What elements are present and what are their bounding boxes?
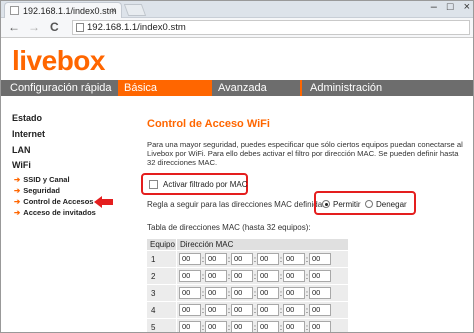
- mac-octet-input[interactable]: 00: [179, 270, 201, 282]
- mac-octet-input[interactable]: 00: [179, 321, 201, 333]
- row-number: 2: [146, 267, 177, 285]
- page-icon: [10, 6, 19, 15]
- browser-tab[interactable]: 192.168.1.1/index0.stm ×: [4, 2, 122, 18]
- mac-octet-input[interactable]: 00: [257, 253, 279, 265]
- mac-octet-input[interactable]: 00: [205, 270, 227, 282]
- mac-cell: 00:00:00:00:00:00: [176, 250, 349, 268]
- rule-label: Regla a seguir para las direcciones MAC …: [147, 200, 329, 209]
- new-tab-button[interactable]: [123, 4, 147, 16]
- mac-octet-input[interactable]: 00: [205, 304, 227, 316]
- arrow-icon: ➔: [14, 175, 21, 184]
- address-bar: ← → C 192.168.1.1/index0.stm: [0, 18, 474, 38]
- mac-octet-input[interactable]: 00: [309, 253, 331, 265]
- close-window-icon[interactable]: ×: [464, 1, 470, 13]
- mac-octet-input[interactable]: 00: [179, 287, 201, 299]
- sidebar-item-acceso-de-invitados[interactable]: ➔ Acceso de invitados: [14, 208, 96, 217]
- mac-octet-input[interactable]: 00: [283, 321, 305, 333]
- browser-tab-bar: 192.168.1.1/index0.stm × – □ ×: [0, 0, 474, 18]
- mac-filter-label: Activar filtrado por MAC: [163, 180, 248, 189]
- back-icon[interactable]: ←: [8, 20, 20, 34]
- table-row: 2 00:00:00:00:00:00: [146, 267, 349, 285]
- tab-title: 192.168.1.1/index0.stm: [23, 5, 117, 16]
- mac-filter-checkbox[interactable]: [149, 180, 158, 189]
- mac-octet-input[interactable]: 00: [309, 270, 331, 282]
- mac-octet-input[interactable]: 00: [257, 304, 279, 316]
- forward-icon[interactable]: →: [28, 20, 40, 34]
- row-number: 5: [146, 318, 177, 333]
- page-description: Para una mayor seguridad, puedes especif…: [147, 140, 463, 167]
- livebox-logo: livebox: [12, 45, 105, 76]
- menu-item-administracion[interactable]: Administración: [310, 80, 382, 96]
- mac-octet-input[interactable]: 00: [231, 253, 253, 265]
- page-title: Control de Acceso WiFi: [147, 118, 270, 130]
- sidebar-item-label: Acceso de invitados: [23, 208, 96, 217]
- arrow-icon: ➔: [14, 186, 21, 195]
- mac-octet-input[interactable]: 00: [205, 253, 227, 265]
- mac-table: Equipo Dirección MAC 1 00:00:00:00:00:00 2…: [146, 238, 349, 333]
- table-row: 3 00:00:00:00:00:00: [146, 284, 349, 302]
- menu-separator: [300, 80, 302, 96]
- top-menu: Configuración rápida Básica Avanzada Adm…: [0, 80, 474, 96]
- sidebar-item-wifi[interactable]: WiFi: [12, 160, 31, 170]
- sidebar-item-seguridad[interactable]: ➔ Seguridad: [14, 186, 60, 195]
- mac-octet-input[interactable]: 00: [309, 287, 331, 299]
- mac-octet-input[interactable]: 00: [231, 304, 253, 316]
- reload-icon[interactable]: C: [50, 20, 59, 34]
- mac-octet-input[interactable]: 00: [179, 253, 201, 265]
- mac-octet-input[interactable]: 00: [257, 287, 279, 299]
- arrow-icon: ➔: [14, 197, 21, 206]
- row-number: 4: [146, 301, 177, 319]
- table-row: 5 00:00:00:00:00:00: [146, 318, 349, 333]
- mac-octet-input[interactable]: 00: [283, 287, 305, 299]
- mac-octet-input[interactable]: 00: [283, 253, 305, 265]
- table-header-mac: Dirección MAC: [176, 238, 349, 251]
- mac-octet-input[interactable]: 00: [257, 270, 279, 282]
- url-input[interactable]: 192.168.1.1/index0.stm: [72, 20, 470, 35]
- radio-permitir[interactable]: [322, 200, 330, 208]
- table-header-equipo: Equipo: [146, 238, 177, 251]
- sidebar-item-label: Seguridad: [23, 186, 60, 195]
- radio-denegar-label: Denegar: [376, 200, 407, 209]
- red-pointer-arrow-tail: [101, 199, 113, 205]
- mac-octet-input[interactable]: 00: [205, 321, 227, 333]
- arrow-icon: ➔: [14, 208, 21, 217]
- mac-octet-input[interactable]: 00: [309, 304, 331, 316]
- mac-octet-input[interactable]: 00: [309, 321, 331, 333]
- radio-permitir-label: Permitir: [333, 200, 361, 209]
- table-row: 4 00:00:00:00:00:00: [146, 301, 349, 319]
- sidebar-item-lan[interactable]: LAN: [12, 145, 31, 155]
- tab-close-icon[interactable]: ×: [111, 5, 116, 15]
- page-info-icon: [76, 23, 84, 32]
- mac-table-caption: Tabla de direcciones MAC (hasta 32 equip…: [147, 223, 311, 232]
- radio-denegar[interactable]: [365, 200, 373, 208]
- window-controls: – □ ×: [431, 1, 470, 13]
- mac-octet-input[interactable]: 00: [283, 304, 305, 316]
- row-number: 1: [146, 250, 177, 268]
- mac-octet-input[interactable]: 00: [283, 270, 305, 282]
- menu-item-avanzada[interactable]: Avanzada: [218, 80, 267, 96]
- mac-octet-input[interactable]: 00: [231, 287, 253, 299]
- sidebar-item-internet[interactable]: Internet: [12, 129, 45, 139]
- mac-octet-input[interactable]: 00: [257, 321, 279, 333]
- mac-octet-input[interactable]: 00: [179, 304, 201, 316]
- sidebar-item-ssid[interactable]: ➔ SSID y Canal: [14, 175, 70, 184]
- menu-item-basica[interactable]: Básica: [120, 80, 212, 96]
- sidebar-item-label: Control de Accesos: [23, 197, 94, 206]
- sidebar-item-control-de-accesos[interactable]: ➔ Control de Accesos: [14, 197, 93, 206]
- mac-octet-input[interactable]: 00: [231, 321, 253, 333]
- url-text: 192.168.1.1/index0.stm: [87, 22, 186, 33]
- mac-cell: 00:00:00:00:00:00: [176, 267, 349, 285]
- row-number: 3: [146, 284, 177, 302]
- menu-item-configuracion-rapida[interactable]: Configuración rápida: [10, 80, 112, 96]
- mac-cell: 00:00:00:00:00:00: [176, 301, 349, 319]
- maximize-icon[interactable]: □: [447, 1, 454, 13]
- sidebar-item-label: SSID y Canal: [23, 175, 70, 184]
- sidebar-item-estado[interactable]: Estado: [12, 113, 42, 123]
- mac-octet-input[interactable]: 00: [231, 270, 253, 282]
- minimize-icon[interactable]: –: [431, 1, 437, 13]
- table-row: 1 00:00:00:00:00:00: [146, 250, 349, 268]
- mac-cell: 00:00:00:00:00:00: [176, 318, 349, 333]
- mac-octet-input[interactable]: 00: [205, 287, 227, 299]
- mac-cell: 00:00:00:00:00:00: [176, 284, 349, 302]
